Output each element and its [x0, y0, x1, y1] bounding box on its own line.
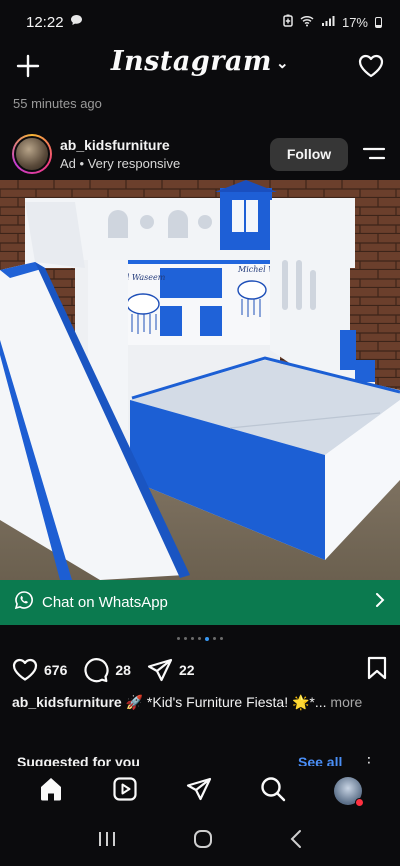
carousel-dot — [213, 637, 216, 640]
bottom-navigation — [0, 766, 400, 816]
caption-more-link[interactable]: more — [327, 694, 362, 710]
share-button[interactable]: 22 — [147, 658, 195, 682]
comment-icon — [84, 658, 109, 683]
back-icon[interactable] — [289, 829, 303, 854]
comment-count: 28 — [115, 662, 131, 678]
post-actions: 676 28 22 — [0, 656, 400, 684]
carousel-dot — [220, 637, 223, 640]
carousel-dot — [191, 637, 194, 640]
decal-name-left: al Waseem — [122, 273, 166, 282]
profile-avatar[interactable] — [334, 777, 364, 807]
signal-icon — [321, 15, 335, 30]
carousel-dot — [205, 636, 209, 641]
chat-notification-icon — [70, 13, 83, 31]
reels-icon[interactable] — [112, 776, 138, 807]
share-count: 22 — [178, 662, 195, 678]
post-image[interactable]: al Waseem Michel Waseem — [0, 180, 400, 580]
caption-username[interactable]: ab_kidsfurniture — [12, 694, 122, 710]
share-paper-plane-icon — [147, 658, 173, 682]
instagram-logo[interactable]: Instagram ⌄ — [0, 46, 400, 77]
post-header: ab_kidsfurniture Ad • Very responsive Fo… — [0, 132, 400, 176]
heart-icon — [12, 658, 38, 681]
carousel-indicator — [0, 636, 400, 641]
carousel-dot — [198, 637, 201, 640]
direct-message-icon[interactable] — [186, 776, 212, 807]
follow-button[interactable]: Follow — [270, 137, 348, 171]
create-post-plus-icon[interactable] — [14, 52, 42, 80]
whatsapp-cta-label: Chat on WhatsApp — [42, 594, 168, 611]
post-caption[interactable]: ab_kidsfurniture 🚀 *Kid's Furniture Fies… — [12, 694, 390, 711]
carousel-dot — [177, 637, 180, 640]
status-bar: 12:22 17% — [0, 0, 400, 44]
instagram-logo-text: Instagram — [110, 46, 273, 77]
status-time: 12:22 — [26, 13, 64, 31]
post-time-ago: 55 minutes ago — [13, 96, 102, 111]
battery-percent: 17% — [341, 14, 368, 30]
recent-apps-icon[interactable] — [97, 830, 117, 853]
app-header: Instagram ⌄ — [0, 44, 400, 88]
caption-text: 🚀 *Kid's Furniture Fiesta! 🌟*... — [121, 694, 327, 710]
sponsored-label: Ad • Very responsive — [60, 156, 181, 171]
wifi-calling-icon — [300, 15, 314, 30]
save-bookmark-icon[interactable] — [366, 656, 388, 685]
post-options-menu-icon[interactable] — [360, 140, 388, 168]
like-button[interactable]: 676 — [12, 658, 67, 682]
account-avatar-image — [14, 136, 50, 172]
whatsapp-icon — [14, 590, 34, 615]
account-info[interactable]: ab_kidsfurniture Ad • Very responsive — [60, 137, 180, 171]
system-navigation — [0, 816, 400, 866]
carousel-dot — [184, 637, 187, 640]
account-name[interactable]: ab_kidsfurniture — [60, 137, 180, 153]
home-button-icon[interactable] — [192, 828, 214, 855]
feed-switch-chevron-icon: ⌄ — [276, 53, 290, 72]
whatsapp-cta-bar[interactable]: Chat on WhatsApp — [0, 580, 400, 625]
notifications-heart-icon[interactable] — [356, 51, 386, 81]
comment-button[interactable]: 28 — [83, 657, 131, 683]
home-icon[interactable] — [38, 776, 64, 807]
search-icon[interactable] — [260, 776, 286, 807]
battery-saver-icon — [283, 14, 293, 30]
account-avatar[interactable] — [12, 134, 52, 174]
like-count: 676 — [44, 662, 68, 678]
chevron-right-icon — [374, 593, 386, 612]
bunk-bed-photo: al Waseem Michel Waseem — [0, 180, 400, 580]
battery-icon — [375, 16, 382, 28]
